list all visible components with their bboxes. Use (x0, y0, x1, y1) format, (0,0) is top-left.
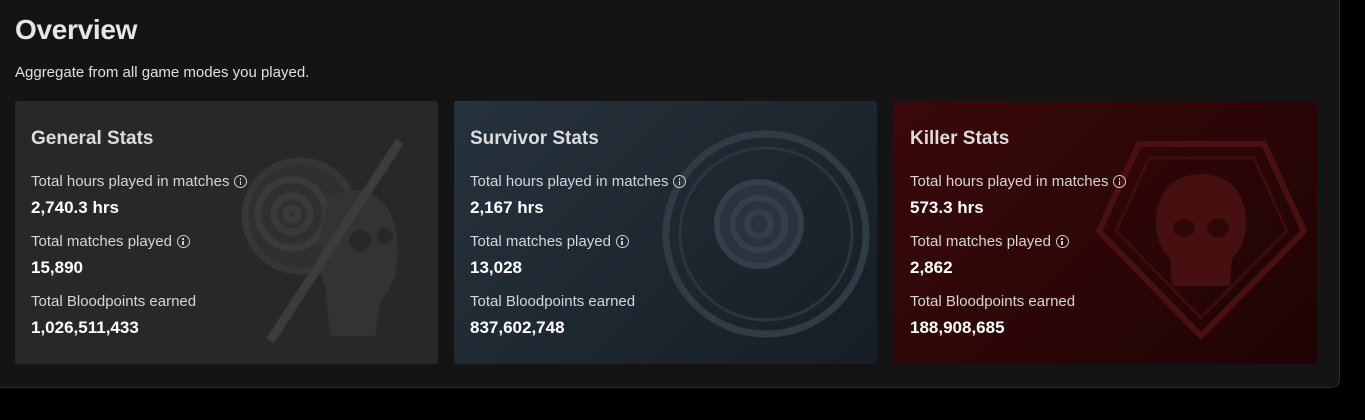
hours-label-text: Total hours played in matches (470, 173, 669, 190)
killer-emblem-icon (1095, 141, 1308, 341)
hours-value: 573.3 hrs (910, 198, 984, 217)
bloodpoints-label-text: Total Bloodpoints earned (910, 293, 1076, 310)
killer-stats-card: Killer Stats Total hours played in match… (894, 101, 1317, 364)
info-icon[interactable] (234, 175, 248, 188)
matches-label-text: Total matches played (31, 233, 172, 250)
overview-panel: Overview Aggregate from all game modes y… (0, 0, 1340, 388)
matches-value: 13,028 (470, 258, 522, 277)
hours-label: Total hours played in matches (910, 173, 1127, 190)
general-emblem-icon (241, 138, 404, 344)
survivor-emblem-icon (662, 130, 870, 338)
info-icon[interactable] (673, 175, 687, 188)
bloodpoints-label: Total Bloodpoints earned (31, 293, 196, 310)
page-subtitle: Aggregate from all game modes you played… (15, 64, 310, 81)
bloodpoints-value: 837,602,748 (470, 318, 565, 337)
bloodpoints-label-text: Total Bloodpoints earned (31, 293, 197, 310)
matches-label: Total matches played (470, 233, 629, 250)
bloodpoints-value: 188,908,685 (910, 318, 1005, 337)
hours-label: Total hours played in matches (31, 173, 248, 190)
matches-value: 2,862 (910, 258, 953, 277)
matches-label-text: Total matches played (910, 233, 1051, 250)
matches-label-text: Total matches played (470, 233, 611, 250)
matches-value: 15,890 (31, 258, 83, 277)
matches-label: Total matches played (910, 233, 1069, 250)
card-title: General Stats (31, 128, 154, 149)
hours-label-text: Total hours played in matches (31, 173, 230, 190)
general-stats-card: General Stats Total hours played in matc… (15, 101, 438, 364)
matches-label: Total matches played (31, 233, 190, 250)
bloodpoints-label: Total Bloodpoints earned (470, 293, 635, 310)
hours-label: Total hours played in matches (470, 173, 687, 190)
card-title: Survivor Stats (470, 128, 599, 149)
bloodpoints-value: 1,026,511,433 (31, 318, 139, 337)
info-icon[interactable] (1055, 235, 1069, 248)
hours-value: 2,167 hrs (470, 198, 544, 217)
page-title: Overview (15, 14, 138, 45)
bloodpoints-label: Total Bloodpoints earned (910, 293, 1075, 310)
info-icon[interactable] (176, 235, 190, 248)
card-title: Killer Stats (910, 128, 1010, 149)
bloodpoints-label-text: Total Bloodpoints earned (470, 293, 636, 310)
hours-label-text: Total hours played in matches (910, 173, 1109, 190)
hours-value: 2,740.3 hrs (31, 198, 119, 217)
info-icon[interactable] (615, 235, 629, 248)
info-icon[interactable] (1113, 175, 1127, 188)
survivor-stats-card: Survivor Stats Total hours played in mat… (454, 101, 877, 364)
